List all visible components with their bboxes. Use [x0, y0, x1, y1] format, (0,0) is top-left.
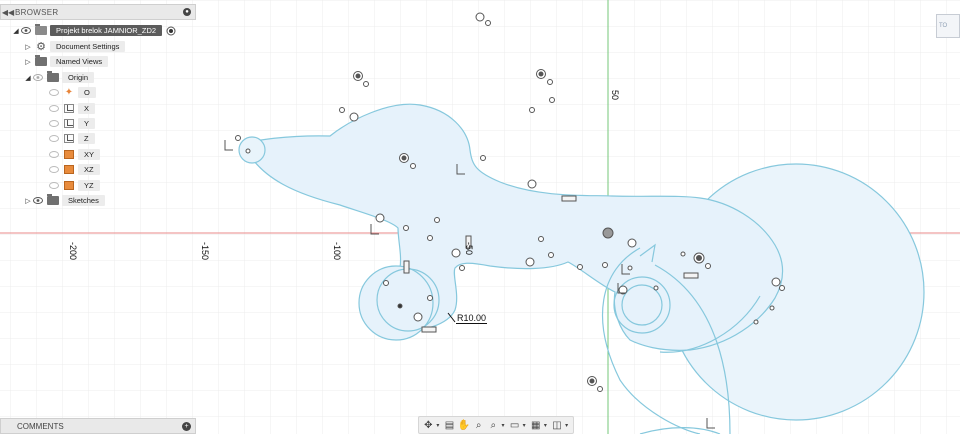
display-settings-icon[interactable]: ▭ [508, 419, 521, 432]
tree-item-label[interactable]: Z [78, 133, 95, 144]
project-name-label[interactable]: Projekt brelok JAMNIOR_ZD2 [50, 25, 163, 36]
viewports-icon[interactable]: ◫ [551, 419, 564, 432]
visibility-eye-icon[interactable] [32, 196, 44, 205]
ruler-x-tick: -50 [464, 242, 474, 255]
visibility-eye-icon[interactable] [48, 134, 60, 143]
ruler-x-tick: -100 [332, 242, 342, 260]
tree-item-label[interactable]: X [78, 103, 96, 114]
tree-item-label[interactable]: Sketches [62, 195, 105, 206]
comments-label: COMMENTS [17, 421, 64, 431]
visibility-eye-icon[interactable] [48, 165, 60, 174]
chevron-down-icon[interactable]: ▾ [501, 422, 506, 429]
tree-item-label[interactable]: Origin [62, 72, 95, 83]
tree-item-label[interactable]: XZ [78, 164, 100, 175]
origin-point-icon: ✦ [64, 86, 74, 98]
tree-item-label[interactable]: Document Settings [50, 41, 126, 52]
visibility-eye-icon[interactable] [48, 181, 60, 190]
axis-icon [64, 134, 74, 143]
ruler-x-tick: -200 [68, 242, 78, 260]
axis-icon [64, 104, 74, 113]
chevron-down-icon[interactable]: ▾ [523, 422, 528, 429]
chevron-down-icon[interactable]: ▾ [436, 422, 441, 429]
visibility-eye-icon[interactable] [48, 88, 60, 97]
tree-sketches[interactable]: ▷ Sketches [24, 194, 105, 207]
collapsed-triangle-icon[interactable]: ▷ [24, 197, 32, 205]
tree-named-views[interactable]: ▷ Named Views [24, 55, 109, 68]
expanded-triangle-icon[interactable]: ◢ [12, 27, 20, 35]
sketch-circle-nose[interactable] [238, 136, 266, 164]
gear-icon: ⚙ [36, 40, 46, 53]
visibility-eye-icon[interactable] [48, 119, 60, 128]
add-comment-icon[interactable]: + [182, 421, 191, 431]
tree-axis-y[interactable]: Y [48, 117, 96, 130]
tree-document-settings[interactable]: ▷ ⚙ Document Settings [24, 40, 126, 53]
zoom-icon[interactable]: ⌕ [472, 419, 485, 432]
visibility-eye-icon[interactable] [48, 104, 60, 113]
viewcube[interactable]: TO [930, 8, 960, 44]
viewcube-top-face[interactable]: TO [936, 14, 960, 38]
visibility-eye-icon[interactable] [48, 150, 60, 159]
document-icon [35, 24, 47, 35]
plane-icon [64, 165, 74, 174]
folder-icon [47, 71, 59, 82]
tree-item-label[interactable]: O [78, 87, 96, 98]
tree-plane-xz[interactable]: XZ [48, 163, 100, 176]
ruler-x-tick: -150 [200, 242, 210, 260]
look-at-icon[interactable]: ▤ [443, 419, 456, 432]
tree-item-label[interactable]: Y [78, 118, 96, 129]
tree-axis-x[interactable]: X [48, 102, 96, 115]
comments-panel[interactable]: COMMENTS + [0, 418, 196, 434]
expanded-triangle-icon[interactable]: ◢ [24, 74, 32, 82]
browser-header: ◀◀ BROWSER ● [0, 4, 196, 20]
folder-icon [35, 55, 47, 66]
pan-icon[interactable]: ✋ [458, 419, 471, 432]
axis-icon [64, 119, 74, 128]
collapsed-triangle-icon[interactable]: ▷ [24, 43, 32, 51]
plane-icon [64, 181, 74, 190]
collapsed-triangle-icon[interactable]: ▷ [24, 58, 32, 66]
visibility-eye-icon[interactable] [32, 73, 44, 82]
browser-pin-icon[interactable]: ● [183, 8, 191, 16]
tree-item-label[interactable]: XY [78, 149, 101, 160]
tree-origin-point[interactable]: ✦ O [48, 86, 96, 99]
orbit-icon[interactable]: ✥ [422, 419, 435, 432]
plane-icon [64, 150, 74, 159]
tree-item-label[interactable]: Named Views [50, 56, 109, 67]
browser-panel: ◀◀ BROWSER ● ◢ Projekt brelok JAMNIOR_ZD… [0, 4, 196, 208]
tree-plane-yz[interactable]: YZ [48, 179, 100, 192]
collapse-panel-icon[interactable]: ◀◀ [1, 8, 15, 17]
browser-title: BROWSER [15, 7, 59, 17]
visibility-eye-icon[interactable] [20, 26, 32, 35]
folder-icon [47, 194, 59, 205]
active-radio-icon[interactable] [165, 26, 177, 35]
chevron-down-icon[interactable]: ▾ [565, 422, 570, 429]
tree-axis-z[interactable]: Z [48, 132, 95, 145]
ruler-y-tick: 50 [610, 90, 620, 100]
chevron-down-icon[interactable]: ▾ [544, 422, 549, 429]
tree-project-row[interactable]: ◢ Projekt brelok JAMNIOR_ZD2 [12, 24, 177, 37]
tree-item-label[interactable]: YZ [78, 180, 100, 191]
tree-plane-xy[interactable]: XY [48, 148, 101, 161]
fit-icon[interactable]: ⌕ [487, 419, 500, 432]
navigation-toolbar: ✥ ▾ ▤ ✋ ⌕ ⌕ ▾ ▭ ▾ ▦ ▾ ◫ ▾ [418, 416, 574, 434]
radius-dimension-label[interactable]: R10.00 [456, 313, 488, 324]
tree-origin[interactable]: ◢ Origin [24, 71, 95, 84]
grid-icon[interactable]: ▦ [529, 419, 542, 432]
